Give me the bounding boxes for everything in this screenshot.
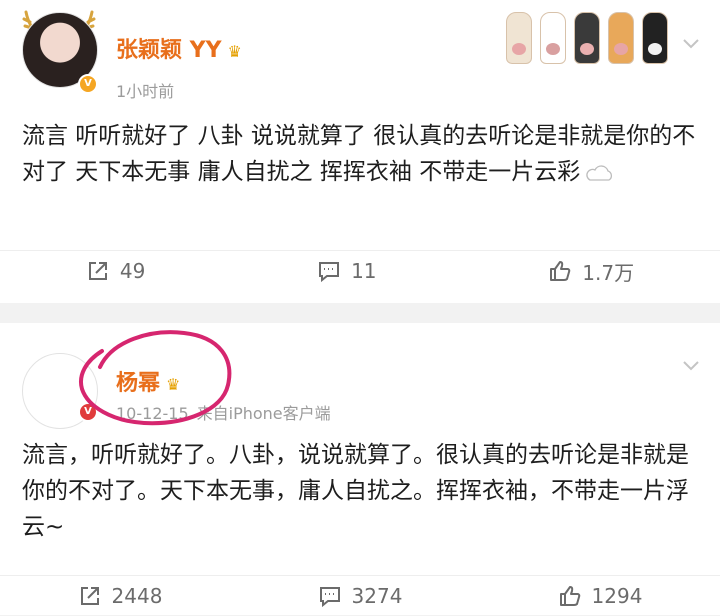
crown-icon: ♛: [227, 41, 242, 61]
like-button[interactable]: 1.7万: [548, 257, 634, 286]
comment-button[interactable]: 11: [317, 259, 377, 283]
like-button[interactable]: 1294: [558, 584, 643, 608]
share-icon: [88, 262, 107, 280]
paw-icon: [608, 12, 634, 64]
repost-button[interactable]: 49: [86, 259, 145, 283]
share-icon: [80, 587, 99, 605]
paw-icon: [540, 12, 566, 64]
comment-count: 11: [351, 259, 377, 283]
post-meta: 10-12-15 来自iPhone客户端: [116, 400, 331, 424]
comment-button[interactable]: 3274: [318, 584, 403, 608]
comment-icon: [319, 587, 340, 608]
paw-icon: [574, 12, 600, 64]
verified-badge-icon: V: [78, 402, 98, 422]
repost-count: 49: [119, 259, 146, 283]
paw-icon: [642, 12, 668, 64]
chevron-down-icon[interactable]: [682, 38, 700, 50]
post-text: 流言 听听就好了 八卦 说说就算了 很认真的去听论是非就是你的不对了 天下本无事…: [22, 123, 696, 185]
comment-count: 3274: [351, 584, 403, 608]
username[interactable]: 张颖颖 YY ♛: [116, 32, 242, 64]
paw-decoration: [506, 12, 668, 64]
like-count: 1294: [591, 584, 643, 608]
repost-count: 2448: [111, 584, 163, 608]
chevron-down-icon[interactable]: [682, 360, 700, 372]
comment-icon: [319, 262, 340, 283]
paw-icon: [506, 12, 532, 64]
action-bar: 2448 3274 1294: [0, 575, 720, 616]
thumbs-up-icon: [559, 586, 580, 606]
action-bar: 49 11 1.7万: [0, 250, 720, 291]
thumbs-up-icon: [550, 261, 571, 281]
crown-icon: ♛: [166, 374, 181, 394]
like-count: 1.7万: [582, 260, 635, 285]
post-time: 1小时前: [116, 82, 175, 101]
verified-badge-icon: V: [78, 74, 98, 94]
post-text: 流言，听听就好了。八卦，说说就算了。很认真的去听论是非就是你的不对了。天下本无事…: [22, 442, 689, 540]
post-meta: 1小时前: [116, 78, 174, 102]
post-time: 10-12-15: [116, 404, 189, 423]
post-source[interactable]: 来自iPhone客户端: [197, 404, 331, 423]
repost-button[interactable]: 2448: [78, 584, 163, 608]
cloud-icon: [586, 164, 613, 181]
username[interactable]: 杨幂 ♛: [116, 365, 180, 397]
post-card-1: V 张颖颖 YY ♛ 1小时前 流言 听听就好了 八卦 说说就算了 很认真的去听论…: [0, 0, 720, 303]
